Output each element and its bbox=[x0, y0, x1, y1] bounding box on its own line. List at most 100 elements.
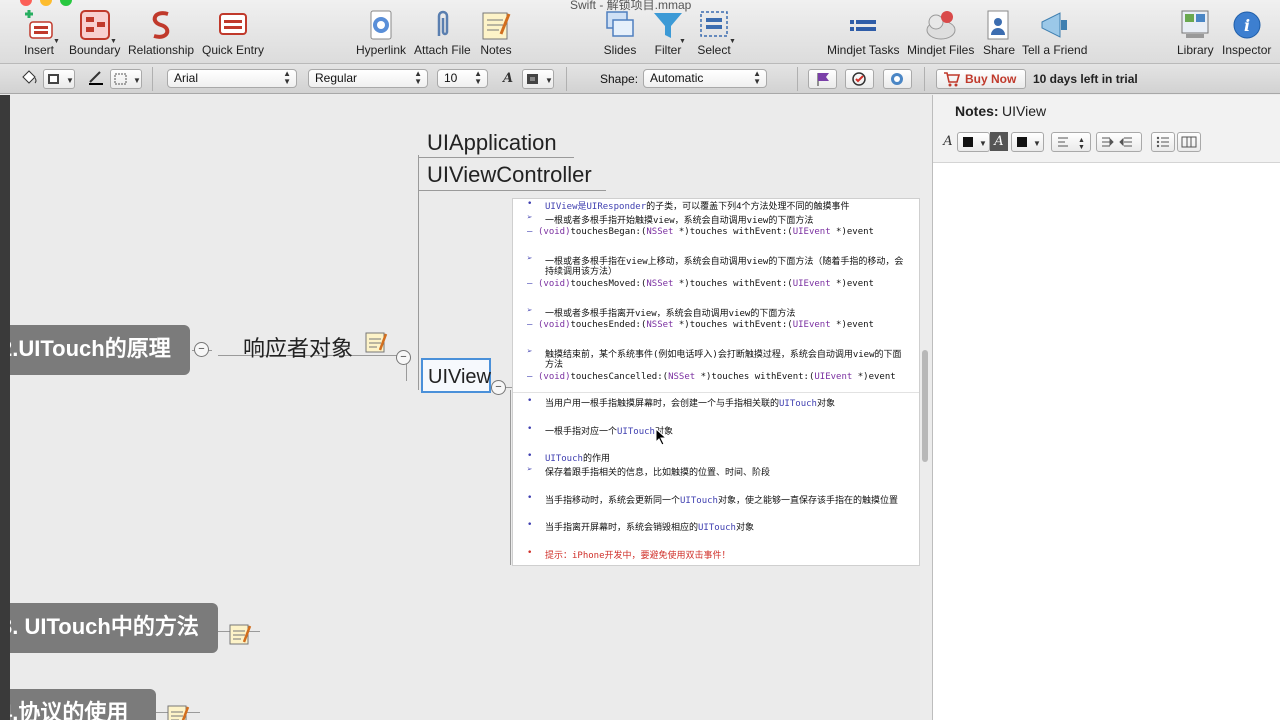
hyperlink-button[interactable]: Hyperlink bbox=[356, 8, 406, 57]
library-icon bbox=[1178, 8, 1212, 42]
tell-a-friend-button[interactable]: Tell a Friend bbox=[1022, 8, 1087, 57]
select-arrows-icon: ▲ ▼ bbox=[474, 69, 482, 86]
mindjet-tasks-button[interactable]: Mindjet Tasks bbox=[827, 8, 899, 57]
filter-caret-icon[interactable]: ▼ bbox=[679, 38, 686, 45]
line-color-icon[interactable] bbox=[85, 69, 107, 88]
share-button[interactable]: Share bbox=[982, 8, 1016, 57]
note-text-run: 一根或者多根手指离开view，系统会自动调用view的下面方法 bbox=[545, 309, 796, 319]
notes-table-button[interactable] bbox=[1177, 132, 1201, 152]
collapse-toggle[interactable]: − bbox=[491, 380, 506, 395]
note-text: (void)touchesBegan:(NSSet *)touches with… bbox=[538, 227, 874, 237]
spell-check-button[interactable] bbox=[845, 69, 874, 89]
at-icon bbox=[891, 73, 903, 85]
note-text-run: UITouch bbox=[680, 496, 718, 506]
note-bullet: – bbox=[527, 320, 533, 330]
spell-check-icon bbox=[852, 72, 866, 86]
attach-file-button[interactable]: Attach File bbox=[414, 8, 471, 57]
note-bullet: • bbox=[527, 548, 533, 558]
canvas-scrollbar[interactable] bbox=[922, 350, 928, 462]
notes-label: Notes: bbox=[955, 103, 999, 119]
select-button[interactable]: Select bbox=[697, 8, 731, 57]
insert-button[interactable]: Insert bbox=[22, 8, 56, 57]
note-text-run: UITouch bbox=[698, 523, 736, 533]
collapse-toggle[interactable]: − bbox=[396, 350, 411, 365]
note-bullet: • bbox=[527, 199, 533, 209]
topic-uitouch-principle[interactable]: 2.UITouch的原理 bbox=[10, 325, 190, 375]
note-icon[interactable] bbox=[166, 703, 190, 720]
connector-line bbox=[418, 190, 606, 191]
slides-button[interactable]: Slides bbox=[603, 8, 637, 57]
note-text-run: (void) bbox=[538, 372, 571, 382]
note-bullet: ➢ bbox=[527, 465, 533, 475]
note-text-run: (void) bbox=[538, 279, 571, 289]
notes-indent-buttons[interactable] bbox=[1096, 132, 1142, 152]
font-size-select[interactable]: 10 ▲ ▼ bbox=[437, 69, 488, 88]
inspector-button[interactable]: i Inspector bbox=[1222, 8, 1271, 57]
text-format-icon[interactable]: A bbox=[497, 69, 519, 88]
font-family-select[interactable]: Arial ▲ ▼ bbox=[167, 69, 297, 88]
link-map-button[interactable] bbox=[883, 69, 912, 89]
notes-highlight-icon[interactable]: A bbox=[990, 132, 1008, 151]
notes-font-icon[interactable]: A bbox=[937, 132, 959, 151]
node-uiviewcontroller[interactable]: UIViewController bbox=[427, 162, 592, 188]
files-icon bbox=[924, 8, 958, 42]
notes-bullet-list-button[interactable] bbox=[1151, 132, 1175, 152]
note-text: 方法 bbox=[545, 357, 563, 370]
notes-text-color-picker[interactable]: ▼ bbox=[957, 132, 990, 152]
topic-uitouch-methods[interactable]: 3. UITouch中的方法 bbox=[10, 603, 218, 653]
topic-responder-object[interactable]: 响应者对象 bbox=[243, 331, 353, 363]
note-divider bbox=[513, 392, 919, 393]
select-icon bbox=[697, 8, 731, 42]
filter-icon bbox=[651, 8, 685, 42]
select-caret-icon[interactable]: ▼ bbox=[729, 38, 736, 45]
fill-bucket-icon[interactable] bbox=[18, 69, 40, 88]
boundary-button[interactable]: Boundary bbox=[69, 8, 120, 57]
notes-highlight-color-picker[interactable]: ▼ bbox=[1011, 132, 1044, 152]
note-text: (void)touchesMoved:(NSSet *)touches with… bbox=[538, 279, 874, 289]
zoom-window-button[interactable] bbox=[60, 0, 72, 6]
node-uiview-selected[interactable]: UIView bbox=[421, 358, 491, 393]
notes-editor-area[interactable] bbox=[933, 163, 1280, 720]
note-bullet: • bbox=[527, 493, 533, 503]
note-text: 触摸结束前，某个系统事件(例如电话呼入)会打断触摸过程，系统会自动调用view的… bbox=[545, 347, 902, 360]
font-style-select[interactable]: Regular ▲ ▼ bbox=[308, 69, 428, 88]
insert-caret-icon[interactable]: ▼ bbox=[53, 38, 60, 45]
note-text-run: 当用户用一根手指触摸屏幕时，会创建一个与手指相关联的 bbox=[545, 399, 780, 409]
note-icon[interactable] bbox=[228, 622, 252, 645]
quick-entry-button[interactable]: Quick Entry bbox=[202, 8, 264, 57]
mindjet-files-button[interactable]: Mindjet Files bbox=[907, 8, 974, 57]
note-icon[interactable] bbox=[364, 330, 388, 353]
note-bullet: ➢ bbox=[527, 306, 533, 316]
boundary-icon bbox=[78, 8, 112, 42]
shape-select[interactable]: Automatic ▲ ▼ bbox=[643, 69, 767, 88]
minimize-window-button[interactable] bbox=[40, 0, 52, 6]
boundary-caret-icon[interactable]: ▼ bbox=[110, 38, 117, 45]
library-button[interactable]: Library bbox=[1177, 8, 1214, 57]
collapse-toggle[interactable]: − bbox=[194, 342, 209, 357]
svg-text:▼: ▼ bbox=[133, 76, 141, 85]
svg-text:▼: ▼ bbox=[1033, 139, 1041, 148]
notes-align-select[interactable]: ▲ ▼ bbox=[1051, 132, 1091, 152]
note-content-box[interactable]: • UIView是UIResponder的子类，可以覆盖下列4个方法处理不同的触摸… bbox=[512, 198, 920, 566]
text-color-picker[interactable]: ▼ bbox=[522, 69, 554, 89]
buy-now-button[interactable]: Buy Now bbox=[936, 69, 1026, 89]
relationship-button[interactable]: Relationship bbox=[128, 8, 194, 57]
line-style-picker[interactable]: ▼ bbox=[110, 69, 142, 89]
note-text-run: *)touches withEvent:( bbox=[673, 320, 793, 330]
topic-protocol-usage[interactable]: 4.协议的使用 bbox=[10, 689, 156, 720]
note-text-run: *)event bbox=[830, 320, 874, 330]
select-arrows-icon: ▲ ▼ bbox=[753, 69, 761, 86]
notes-button[interactable]: Notes bbox=[479, 8, 513, 57]
note-text-run: 一根手指对应一个 bbox=[545, 427, 618, 437]
node-uiapplication[interactable]: UIApplication bbox=[427, 130, 557, 156]
close-window-button[interactable] bbox=[20, 0, 32, 6]
filter-button[interactable]: Filter bbox=[651, 8, 685, 57]
note-text-run: 保存着跟手指相关的信息，比如触摸的位置、时间、阶段 bbox=[545, 468, 771, 478]
flag-button[interactable] bbox=[808, 69, 837, 89]
flag-icon bbox=[817, 73, 829, 86]
cart-icon bbox=[944, 72, 961, 87]
shape-label: Shape: bbox=[600, 72, 639, 86]
map-canvas[interactable]: 2.UITouch的原理 − 3. UITouch中的方法 4.协议的使用 响应… bbox=[10, 95, 920, 720]
fill-color-picker[interactable]: ▼ bbox=[43, 69, 75, 89]
svg-text:▼: ▼ bbox=[1078, 144, 1085, 151]
